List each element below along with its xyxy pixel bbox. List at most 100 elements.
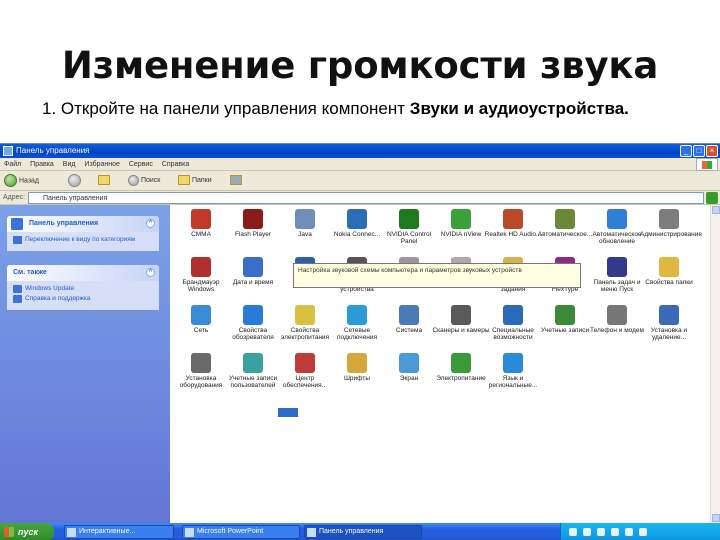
menu-help[interactable]: Справка [162,161,189,168]
forward-button[interactable] [68,174,81,188]
window-title: Панель управления [16,146,90,155]
control-panel-item[interactable]: Центр обеспечения... [276,353,334,389]
tray-icon[interactable] [569,528,577,536]
control-panel-item[interactable]: Администрирование [640,209,702,238]
control-panel-item[interactable]: Система [380,305,438,334]
control-panel-item[interactable]: Flash Player [224,209,282,238]
applet-label: Автоматическое... [537,231,593,238]
folders-label: Папки [191,177,212,184]
control-panel-item[interactable]: NVIDIA nView [432,209,490,238]
control-panel-item[interactable]: NVIDIA Control Panel [380,209,438,245]
applet-label: Свойства электропитания [280,327,330,341]
applet-icon [243,353,263,373]
applet-icon [659,209,679,229]
applet-label: Учетные записи [540,327,590,334]
control-panel-item[interactable]: Экран [380,353,438,382]
window-titlebar: Панель управления _ □ × [0,144,720,158]
views-button[interactable] [230,174,242,188]
control-panel-item[interactable]: Nokia Connec... [328,209,386,238]
help-support-link[interactable]: Справка и поддержка [13,295,154,303]
taskbar-item[interactable]: Microsoft PowerPoint [182,525,300,539]
folders-button[interactable]: Папки [178,174,212,188]
start-button[interactable]: пуск [0,523,54,540]
menu-tools[interactable]: Сервис [129,161,153,168]
applet-icon [191,209,211,229]
control-panel-item[interactable]: Свойства электропитания [276,305,334,341]
views-icon [230,175,242,186]
applet-label: Установка и удаление... [650,327,688,341]
control-panel-item[interactable]: Учетные записи пользователей [224,353,282,389]
menu-file[interactable]: Файл [4,161,21,168]
menu-favorites[interactable]: Избранное [84,161,119,168]
powerpoint-icon [185,528,194,537]
up-folder-button[interactable] [98,174,110,188]
scroll-down-arrow[interactable] [712,514,720,522]
applet-icon [451,305,471,325]
switch-category-view-link[interactable]: Переключение к виду по категориям [13,236,154,244]
control-panel-item[interactable]: Специальные возможности [484,305,542,341]
applet-icon [503,353,523,373]
applet-icon [607,305,627,325]
applet-label: Flash Player [234,231,272,238]
section-header[interactable]: См. также ^ [7,265,159,281]
applet-label: NVIDIA nView [440,231,482,238]
vertical-scrollbar[interactable] [710,205,720,523]
menu-view[interactable]: Вид [63,161,76,168]
windows-update-icon [13,285,22,293]
control-panel-item[interactable]: Realtek HD Audio... [484,209,542,238]
maximize-button[interactable]: □ [693,145,705,157]
taskbar-item[interactable]: Панель управления [304,525,422,539]
address-field[interactable]: Панель управления [28,192,704,204]
volume-icon[interactable] [611,528,619,536]
taskbar-item[interactable]: Интерактивные... [64,525,174,539]
section-header[interactable]: Панель управления ^ [7,216,159,232]
tray-icon[interactable] [625,528,633,536]
windows-update-link[interactable]: Windows Update [13,285,154,293]
control-panel-item[interactable]: Java [276,209,334,238]
search-button[interactable]: Поиск [128,174,160,188]
control-panel-item[interactable]: Сетевые подключения [328,305,386,341]
go-button[interactable] [706,192,718,204]
tray-icon[interactable] [639,528,647,536]
applet-icon [243,257,263,277]
control-panel-item[interactable]: Свойства папки [640,257,698,286]
applet-label: Язык и региональные... [488,375,538,389]
control-panel-item[interactable]: Сеть [172,305,230,334]
control-panel-item[interactable]: Панель задач и меню Пуск [588,257,646,293]
applet-icon [451,353,471,373]
control-panel-item[interactable]: Установка оборудования [172,353,230,389]
link-label: Справка и поддержка [25,295,91,302]
applet-label: Realtek HD Audio... [484,231,542,238]
control-panel-item[interactable]: Учетные записи [536,305,594,334]
chevron-up-icon[interactable]: ^ [146,219,155,228]
control-panel-item[interactable]: Шрифты [328,353,386,382]
control-panel-item[interactable]: Автоматическое... [536,209,594,238]
applet-icon [295,305,315,325]
control-panel-item[interactable]: Автоматическое обновление [588,209,646,245]
scroll-up-arrow[interactable] [712,206,720,214]
selected-item-highlight [278,408,298,417]
section-title: Панель управления [29,220,99,227]
up-folder-icon [98,175,110,186]
menu-edit[interactable]: Правка [30,161,54,168]
control-panel-item[interactable]: Установка и удаление... [640,305,698,341]
tray-icon[interactable] [583,528,591,536]
control-panel-item[interactable]: Электропитание [432,353,490,382]
minimize-button[interactable]: _ [680,145,692,157]
address-label: Адрес: [3,194,25,201]
app-icon [67,528,76,537]
control-panel-item[interactable]: Язык и региональные... [484,353,542,389]
back-button[interactable]: Назад [4,174,39,188]
control-panel-icon [10,217,24,231]
chevron-up-icon[interactable]: ^ [146,268,155,277]
control-panel-item[interactable]: Брандмауэр Windows [172,257,230,293]
control-panel-item[interactable]: Сканеры и камеры [432,305,490,334]
control-panel-item[interactable]: Телефон и модем [588,305,646,334]
control-panel-item[interactable]: Дата и время [224,257,282,286]
control-panel-item[interactable]: Свойства обозревателя [224,305,282,341]
close-button[interactable]: × [706,145,718,157]
tray-icon[interactable] [597,528,605,536]
applet-label: Сканеры и камеры [432,327,490,334]
control-panel-item[interactable]: CMMA [172,209,230,238]
category-view-icon [13,236,22,244]
